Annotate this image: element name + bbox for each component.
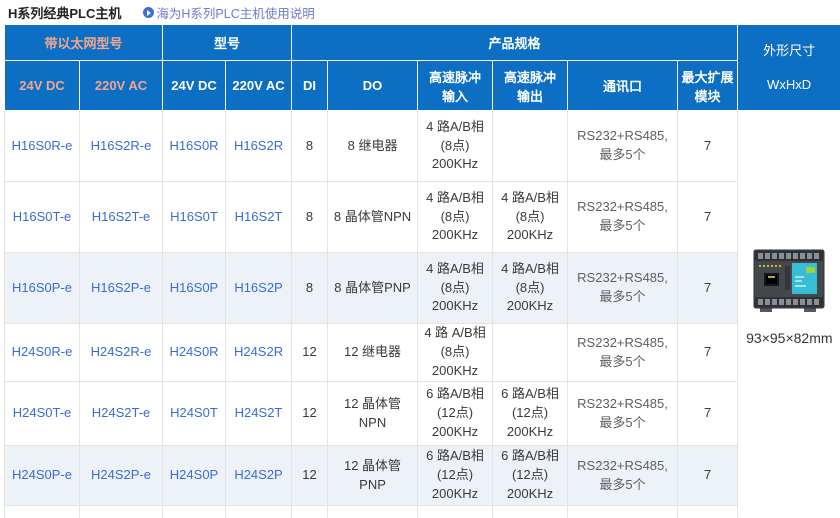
col-header-do: DO	[328, 61, 418, 111]
col-header-pulse-out: 高速脉冲 输出	[493, 61, 568, 111]
model-link[interactable]: H24S0R-e	[5, 324, 80, 382]
table-row: H24S0P-e H24S2P-e H24S0P H24S2P 12 12 晶体…	[5, 446, 840, 506]
model-link[interactable]: H16S2P-e	[80, 253, 163, 324]
comm-cell: RS232+RS485, 最多5个	[568, 182, 678, 253]
max-expand-cell: 7	[678, 182, 738, 253]
plc-spec-table: 带以太网型号 型号 产品规格 外形尺寸 WxHxD 24V DC 220V AC…	[4, 24, 840, 518]
group-header-dimensions: 外形尺寸 WxHxD	[738, 25, 840, 111]
table-row: H16S0P-e H16S2P-e H16S0P H16S2P 8 8 晶体管P…	[5, 253, 840, 324]
pulse-out-cell: 4 路A/B相 (8点) 200KHz	[493, 182, 568, 253]
group-header-product-specs: 产品规格	[292, 25, 738, 61]
model-link[interactable]: H16S0P-e	[5, 253, 80, 324]
pulse-in-cell: 4 路A/B相 (8点) 200KHz	[418, 253, 493, 324]
max-expand-cell: 7	[678, 111, 738, 182]
di-cell: 8	[292, 111, 328, 182]
product-photo-cell: 93×95×82mm	[738, 111, 840, 518]
model-link[interactable]: H16S2P	[226, 253, 292, 324]
pulse-out-cell: 6 路A/B相 (12点) 200KHz	[493, 382, 568, 446]
do-cell: 8 继电器	[328, 111, 418, 182]
circle-arrow-icon	[143, 7, 154, 18]
product-dimensions: 93×95×82mm	[746, 328, 832, 348]
model-link[interactable]: H24S2R-e	[80, 324, 163, 382]
model-link[interactable]: H24S2R	[226, 324, 292, 382]
pulse-out-cell: 6 路A/B相 (12点) 200KHz	[493, 446, 568, 506]
comm-cell: RS232+RS485, 最多5个	[568, 446, 678, 506]
model-link[interactable]: H24S0T	[163, 382, 226, 446]
col-header-pulse-in: 高速脉冲 输入	[418, 61, 493, 111]
group-header-models: 型号	[163, 25, 292, 61]
do-cell: 12 继电器	[328, 324, 418, 382]
do-cell: 8 晶体管PNP	[328, 253, 418, 324]
model-link[interactable]: H24S0P-e	[5, 446, 80, 506]
do-cell: 12 晶体管 PNP	[328, 446, 418, 506]
do-cell: 8 晶体管NPN	[328, 182, 418, 253]
pulse-out-cell	[493, 324, 568, 382]
di-cell: 12	[292, 446, 328, 506]
col-header-eth-24vdc: 24V DC	[5, 61, 80, 111]
model-link[interactable]: H16S0T	[163, 182, 226, 253]
group-header-ethernet-models: 带以太网型号	[5, 25, 163, 61]
table-row: H16S0R-e H16S2R-e H16S0R H16S2R 8 8 继电器 …	[5, 111, 840, 182]
col-header-di: DI	[292, 61, 328, 111]
pulse-out-cell	[493, 111, 568, 182]
model-link[interactable]: H16S0P	[163, 253, 226, 324]
table-row: H24S0T-e H24S2T-e H24S0T H24S2T 12 12 晶体…	[5, 382, 840, 446]
col-header-220vac: 220V AC	[226, 61, 292, 111]
model-link[interactable]: H16S2T-e	[80, 182, 163, 253]
table-row: H24S0R-e H24S2R-e H24S0R H24S2R 12 12 继电…	[5, 324, 840, 382]
model-link[interactable]: H24S2P	[226, 446, 292, 506]
plc-device-image	[750, 246, 828, 314]
di-cell: 12	[292, 382, 328, 446]
model-link[interactable]: H16S0T-e	[5, 182, 80, 253]
model-link[interactable]: H24S2T-e	[80, 382, 163, 446]
model-link[interactable]: H16S2T	[226, 182, 292, 253]
model-link[interactable]: H16S0R-e	[5, 111, 80, 182]
col-header-comm: 通讯口	[568, 61, 678, 111]
table-row-partial	[5, 506, 840, 518]
comm-cell: RS232+RS485, 最多5个	[568, 382, 678, 446]
model-link[interactable]: H24S0R	[163, 324, 226, 382]
pulse-in-cell: 4 路A/B相 (8点) 200KHz	[418, 182, 493, 253]
model-link[interactable]: H16S2R	[226, 111, 292, 182]
di-cell: 8	[292, 182, 328, 253]
max-expand-cell: 7	[678, 382, 738, 446]
col-header-eth-220vac: 220V AC	[80, 61, 163, 111]
pulse-in-cell: 6 路A/B相 (12点) 200KHz	[418, 446, 493, 506]
pulse-out-cell: 4 路A/B相 (8点) 200KHz	[493, 253, 568, 324]
table-row: H16S0T-e H16S2T-e H16S0T H16S2T 8 8 晶体管N…	[5, 182, 840, 253]
doc-link-label: 海为H系列PLC主机使用说明	[156, 3, 314, 22]
col-header-24vdc: 24V DC	[163, 61, 226, 111]
di-cell: 12	[292, 324, 328, 382]
model-link[interactable]: H24S0P	[163, 446, 226, 506]
di-cell: 8	[292, 253, 328, 324]
max-expand-cell: 7	[678, 446, 738, 506]
model-link[interactable]: H16S0R	[163, 111, 226, 182]
pulse-in-cell: 4 路A/B相 (8点) 200KHz	[418, 111, 493, 182]
do-cell: 12 晶体管 NPN	[328, 382, 418, 446]
pulse-in-cell: 4 路 A/B相 (8点) 200KHz	[418, 324, 493, 382]
comm-cell: RS232+RS485, 最多5个	[568, 111, 678, 182]
model-link[interactable]: H16S2R-e	[80, 111, 163, 182]
col-header-max-expand: 最大扩展模块	[678, 61, 738, 111]
top-bar: H系列经典PLC主机 海为H系列PLC主机使用说明	[0, 0, 840, 24]
model-link[interactable]: H24S2P-e	[80, 446, 163, 506]
comm-cell: RS232+RS485, 最多5个	[568, 253, 678, 324]
comm-cell: RS232+RS485, 最多5个	[568, 324, 678, 382]
model-link[interactable]: H24S2T	[226, 382, 292, 446]
page-title: H系列经典PLC主机	[8, 3, 121, 22]
pulse-in-cell: 6 路A/B相 (12点) 200KHz	[418, 382, 493, 446]
model-link[interactable]: H24S0T-e	[5, 382, 80, 446]
max-expand-cell: 7	[678, 253, 738, 324]
max-expand-cell: 7	[678, 324, 738, 382]
usage-doc-link[interactable]: 海为H系列PLC主机使用说明	[143, 3, 314, 22]
